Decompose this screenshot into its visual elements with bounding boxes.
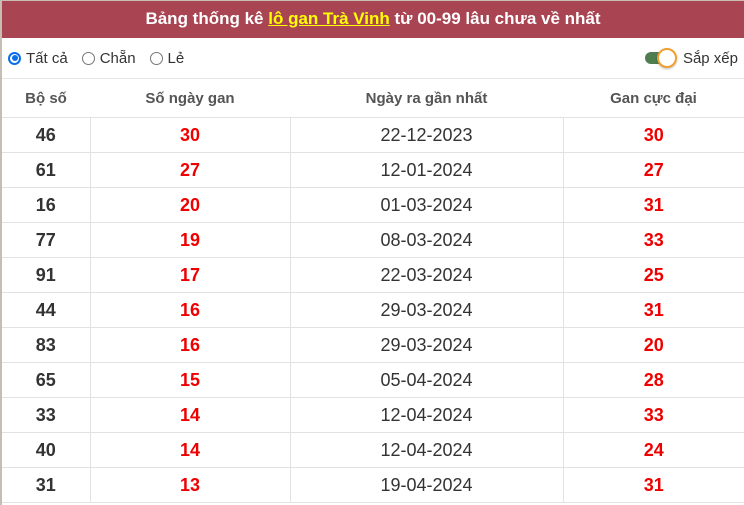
radio-even-label: Chẵn xyxy=(99,49,136,67)
table-row: 61 27 12-01-2024 27 xyxy=(2,152,744,188)
cell-ngay-ra: 12-01-2024 xyxy=(289,152,564,188)
cell-gan-cuc-dai: 33 xyxy=(562,397,744,433)
radio-even[interactable]: Chẵn xyxy=(81,49,136,67)
cell-bo-so: 40 xyxy=(2,432,91,468)
radio-even-button[interactable] xyxy=(81,51,95,65)
cell-gan-cuc-dai: 31 xyxy=(562,467,744,503)
col-header-gan-cuc-dai: Gan cực đại xyxy=(610,89,697,107)
radio-all-label: Tất cả xyxy=(26,49,68,67)
cell-so-ngay-gan: 17 xyxy=(89,257,291,293)
sort-label: Sắp xếp xyxy=(682,49,738,67)
cell-gan-cuc-dai: 27 xyxy=(562,152,744,188)
table-header-row: Bộ số Số ngày gan Ngày ra gần nhất Gan c… xyxy=(2,79,744,118)
title-prefix: Bảng thống kê xyxy=(145,9,269,28)
table-row: 31 13 19-04-2024 31 xyxy=(2,467,744,503)
table-row: 65 15 05-04-2024 28 xyxy=(2,362,744,398)
radio-all-button[interactable] xyxy=(8,51,21,65)
radio-odd[interactable]: Lẻ xyxy=(149,49,185,67)
cell-bo-so: 91 xyxy=(2,257,91,293)
cell-ngay-ra: 12-04-2024 xyxy=(289,432,564,468)
cell-bo-so: 33 xyxy=(2,397,91,433)
cell-bo-so: 61 xyxy=(2,152,91,188)
table-row: 33 14 12-04-2024 33 xyxy=(2,397,744,433)
cell-so-ngay-gan: 13 xyxy=(89,467,291,503)
parity-radio-group: Tất cả Chẵn Lẻ xyxy=(8,50,198,67)
cell-ngay-ra: 12-04-2024 xyxy=(289,397,564,433)
cell-ngay-ra: 08-03-2024 xyxy=(289,222,564,258)
filter-bar: Tất cả Chẵn Lẻ Sắp xếp xyxy=(2,38,744,79)
radio-all[interactable]: Tất cả xyxy=(8,50,68,67)
table-row: 16 20 01-03-2024 31 xyxy=(2,187,744,223)
cell-so-ngay-gan: 20 xyxy=(89,187,291,223)
cell-gan-cuc-dai: 25 xyxy=(562,257,744,293)
sort-control: Sắp xếp xyxy=(643,48,738,68)
table-row: 44 16 29-03-2024 31 xyxy=(2,292,744,328)
table-row: 77 19 08-03-2024 33 xyxy=(2,222,744,258)
radio-odd-button[interactable] xyxy=(149,51,163,65)
cell-ngay-ra: 05-04-2024 xyxy=(289,362,564,398)
table-row: 40 14 12-04-2024 24 xyxy=(2,432,744,468)
col-header-so-ngay-gan: Số ngày gan xyxy=(145,89,235,107)
cell-so-ngay-gan: 30 xyxy=(89,117,291,153)
sort-toggle[interactable] xyxy=(643,48,679,68)
cell-gan-cuc-dai: 31 xyxy=(562,187,744,223)
cell-bo-so: 46 xyxy=(2,117,91,153)
cell-bo-so: 44 xyxy=(2,292,91,328)
col-header-bo-so: Bộ số xyxy=(25,89,67,107)
page-title: Bảng thống kê lô gan Trà Vinh từ 00-99 l… xyxy=(2,0,744,38)
cell-so-ngay-gan: 16 xyxy=(89,327,291,363)
cell-gan-cuc-dai: 28 xyxy=(562,362,744,398)
cell-ngay-ra: 19-04-2024 xyxy=(289,467,564,503)
cell-bo-so: 65 xyxy=(2,362,91,398)
cell-so-ngay-gan: 19 xyxy=(89,222,291,258)
cell-gan-cuc-dai: 24 xyxy=(562,432,744,468)
cell-so-ngay-gan: 16 xyxy=(89,292,291,328)
cell-ngay-ra: 29-03-2024 xyxy=(289,292,564,328)
cell-ngay-ra: 29-03-2024 xyxy=(289,327,564,363)
cell-gan-cuc-dai: 31 xyxy=(562,292,744,328)
cell-bo-so: 83 xyxy=(2,327,91,363)
cell-so-ngay-gan: 14 xyxy=(89,432,291,468)
cell-bo-so: 31 xyxy=(2,467,91,503)
lo-gan-table: Bộ số Số ngày gan Ngày ra gần nhất Gan c… xyxy=(2,79,744,503)
cell-gan-cuc-dai: 33 xyxy=(562,222,744,258)
cell-ngay-ra: 22-12-2023 xyxy=(289,117,564,153)
table-row: 46 30 22-12-2023 30 xyxy=(2,117,744,153)
toggle-knob[interactable] xyxy=(656,48,677,68)
cell-bo-so: 77 xyxy=(2,222,91,258)
cell-so-ngay-gan: 14 xyxy=(89,397,291,433)
title-link[interactable]: lô gan Trà Vinh xyxy=(268,9,390,28)
cell-ngay-ra: 01-03-2024 xyxy=(289,187,564,223)
cell-gan-cuc-dai: 30 xyxy=(562,117,744,153)
radio-odd-label: Lẻ xyxy=(167,49,185,67)
title-suffix: từ 00-99 lâu chưa về nhất xyxy=(389,9,601,28)
cell-bo-so: 16 xyxy=(2,187,91,223)
table-row: 91 17 22-03-2024 25 xyxy=(2,257,744,293)
table-row: 83 16 29-03-2024 20 xyxy=(2,327,744,363)
cell-gan-cuc-dai: 20 xyxy=(562,327,744,363)
cell-so-ngay-gan: 27 xyxy=(89,152,291,188)
cell-ngay-ra: 22-03-2024 xyxy=(289,257,564,293)
col-header-ngay-ra: Ngày ra gần nhất xyxy=(365,89,488,107)
cell-so-ngay-gan: 15 xyxy=(89,362,291,398)
